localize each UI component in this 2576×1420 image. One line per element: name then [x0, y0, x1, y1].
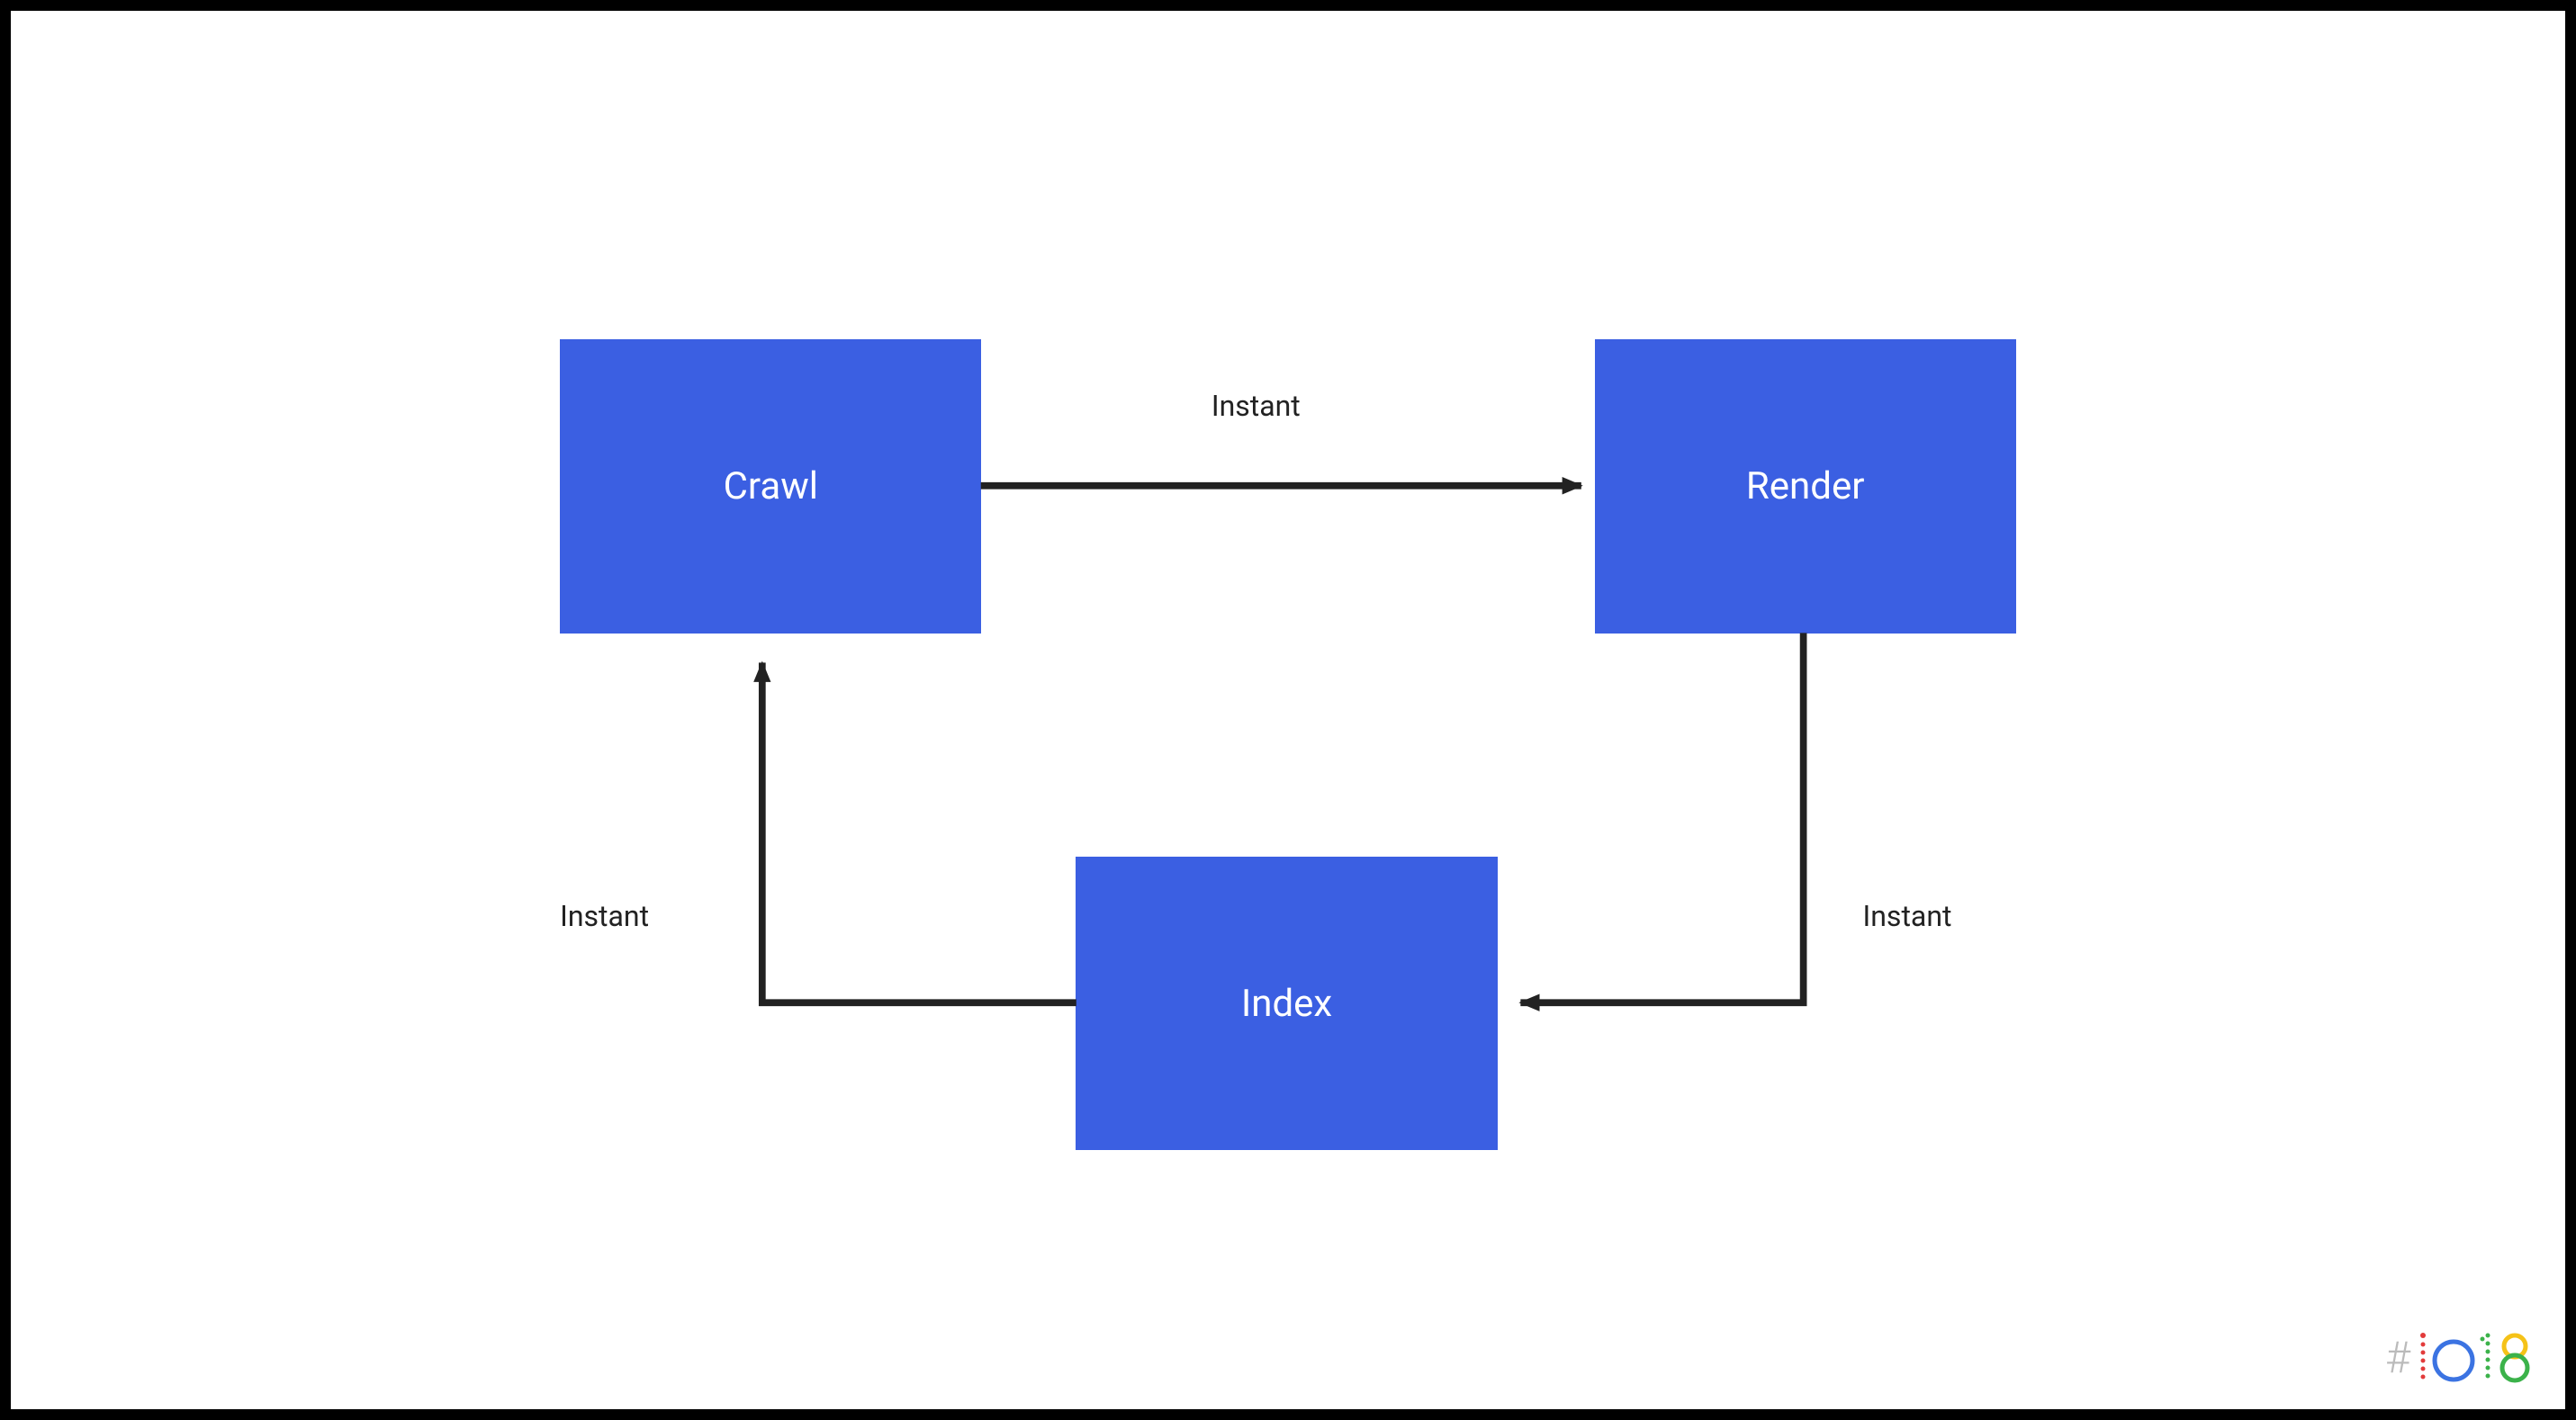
logo-letter-i: [2420, 1333, 2426, 1380]
label-render-to-index: Instant: [1863, 899, 1952, 933]
arrows-svg: [11, 11, 2565, 1409]
logo-hashtag: #: [2385, 1332, 2410, 1383]
video-frame: Crawl Render Index: [0, 0, 2576, 1420]
arrow-index-to-crawl: [762, 662, 1076, 1002]
logo-io18-icon: [2416, 1330, 2533, 1384]
flow-diagram: Crawl Render Index: [11, 11, 2565, 1409]
logo-digit-8: [2502, 1335, 2527, 1380]
label-index-to-crawl: Instant: [560, 899, 649, 933]
arrow-render-to-index: [1520, 633, 1803, 1002]
logo-letter-o: [2435, 1342, 2472, 1380]
event-logo: #: [2385, 1330, 2533, 1384]
label-crawl-to-render: Instant: [1211, 389, 1301, 423]
slide-canvas: Crawl Render Index: [11, 11, 2565, 1409]
logo-digit-1: [2481, 1334, 2490, 1379]
